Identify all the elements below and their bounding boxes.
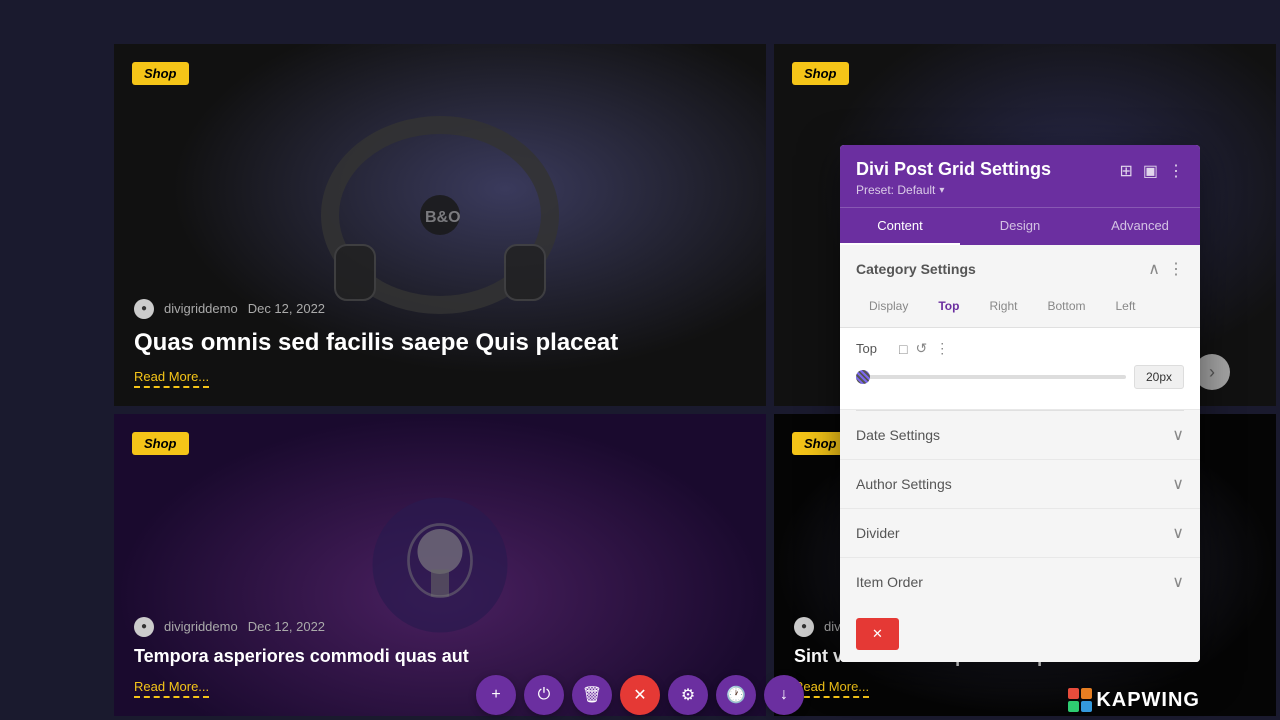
shop-badge-1: Shop — [132, 62, 189, 85]
expand-icon[interactable]: ⊞ — [1119, 161, 1132, 181]
top-property-section: Top □ ↺ ⋮ 20px — [840, 328, 1200, 410]
read-more-1[interactable]: Read More... — [134, 369, 209, 388]
author-avatar-2: ● — [134, 617, 154, 637]
subtab-top[interactable]: Top — [925, 293, 972, 319]
tab-content[interactable]: Content — [840, 208, 960, 245]
tab-design[interactable]: Design — [960, 208, 1080, 245]
layout-icon[interactable]: ▣ — [1143, 161, 1158, 181]
sq-orange — [1081, 688, 1092, 699]
shop-badge-2: Shop — [132, 432, 189, 455]
reset-icon[interactable]: ↺ — [915, 340, 927, 357]
preset-arrow-icon: ▾ — [939, 185, 944, 196]
panel-body: Category Settings ∧ ⋮ Display Top Right … — [840, 245, 1200, 662]
toolbar-power-btn[interactable]: ⏻ — [524, 675, 564, 715]
author-settings-section[interactable]: Author Settings ∨ — [840, 460, 1200, 509]
more-icon[interactable]: ⋮ — [1168, 161, 1184, 181]
author-name-2: divigriddemo — [164, 619, 238, 634]
post-title-2: Tempora asperiores commodi quas aut — [134, 645, 746, 668]
link-icon[interactable]: □ — [899, 341, 907, 357]
sub-tabs: Display Top Right Bottom Left — [840, 293, 1200, 328]
panel-preset[interactable]: Preset: Default ▾ — [856, 183, 1051, 197]
toolbar-close-btn[interactable]: ✕ — [620, 675, 660, 715]
chevron-up-icon[interactable]: ∧ — [1148, 259, 1160, 279]
item-order-section[interactable]: Item Order ∨ — [840, 558, 1200, 606]
author-avatar-1: ● — [134, 299, 154, 319]
post-date-2: Dec 12, 2022 — [248, 619, 325, 634]
sq-blue — [1081, 701, 1092, 712]
divider-title: Divider — [856, 525, 900, 541]
post-card-large[interactable]: B&O Shop ● divigriddemo Dec 12, 2022 Qua… — [114, 44, 766, 406]
toolbar-add-btn[interactable]: + — [476, 675, 516, 715]
post-title-1: Quas omnis sed facilis saepe Quis placea… — [134, 327, 746, 358]
category-settings-header[interactable]: Category Settings ∧ ⋮ — [840, 245, 1200, 293]
tab-advanced[interactable]: Advanced — [1080, 208, 1200, 245]
subtab-bottom[interactable]: Bottom — [1034, 293, 1098, 319]
top-property-label: Top — [856, 341, 891, 356]
panel-tabs: Content Design Advanced — [840, 207, 1200, 245]
category-settings-title: Category Settings — [856, 261, 976, 277]
panel-header: Divi Post Grid Settings Preset: Default … — [840, 145, 1200, 207]
date-chevron-icon[interactable]: ∨ — [1172, 425, 1184, 445]
author-settings-title: Author Settings — [856, 476, 952, 492]
toolbar-settings-btn[interactable]: ⚙ — [668, 675, 708, 715]
toolbar-delete-btn[interactable]: 🗑 — [572, 675, 612, 715]
slider-thumb[interactable] — [856, 370, 870, 384]
divider-section[interactable]: Divider ∨ — [840, 509, 1200, 558]
toolbar-history-btn[interactable]: 🕐 — [716, 675, 756, 715]
date-settings-title: Date Settings — [856, 427, 940, 443]
panel-header-icons: ⊞ ▣ ⋮ — [1119, 161, 1184, 181]
subtab-display[interactable]: Display — [856, 293, 921, 319]
top-property-row: Top □ ↺ ⋮ — [856, 340, 1184, 357]
kapwing-logo: KAPWING — [1068, 688, 1200, 712]
post-content-1: ● divigriddemo Dec 12, 2022 Quas omnis s… — [134, 299, 746, 386]
kapwing-text: KAPWING — [1096, 689, 1200, 712]
cancel-button[interactable]: ✕ — [856, 618, 899, 650]
top-slider[interactable] — [856, 375, 1126, 379]
shop-badge-right: Shop — [792, 62, 849, 85]
post-meta-1: ● divigriddemo Dec 12, 2022 — [134, 299, 746, 319]
slider-row: 20px — [856, 365, 1184, 389]
kapwing-squares — [1068, 688, 1092, 712]
section-controls-category: ∧ ⋮ — [1148, 259, 1184, 279]
post-meta-2: ● divigriddemo Dec 12, 2022 — [134, 617, 746, 637]
cancel-icon: ✕ — [872, 626, 883, 642]
kapwing-watermark: KAPWING — [1068, 688, 1200, 712]
author-avatar-3: ● — [794, 617, 814, 637]
section-more-icon[interactable]: ⋮ — [1168, 259, 1184, 279]
post-date-1: Dec 12, 2022 — [248, 301, 325, 316]
item-order-title: Item Order — [856, 574, 923, 590]
subtab-right[interactable]: Right — [976, 293, 1030, 319]
item-order-chevron-icon[interactable]: ∨ — [1172, 572, 1184, 592]
sq-red — [1068, 688, 1079, 699]
settings-panel: Divi Post Grid Settings Preset: Default … — [840, 145, 1200, 662]
top-value[interactable]: 20px — [1134, 365, 1184, 389]
toolbar-down-btn[interactable]: ↓ — [764, 675, 804, 715]
author-chevron-icon[interactable]: ∨ — [1172, 474, 1184, 494]
svg-text:B&O: B&O — [425, 209, 461, 226]
divider-chevron-icon[interactable]: ∨ — [1172, 523, 1184, 543]
panel-title: Divi Post Grid Settings — [856, 159, 1051, 180]
sq-green — [1068, 701, 1079, 712]
date-settings-section[interactable]: Date Settings ∨ — [840, 411, 1200, 460]
property-more-icon[interactable]: ⋮ — [935, 340, 949, 357]
author-name-1: divigriddemo — [164, 301, 238, 316]
subtab-left[interactable]: Left — [1103, 293, 1149, 319]
